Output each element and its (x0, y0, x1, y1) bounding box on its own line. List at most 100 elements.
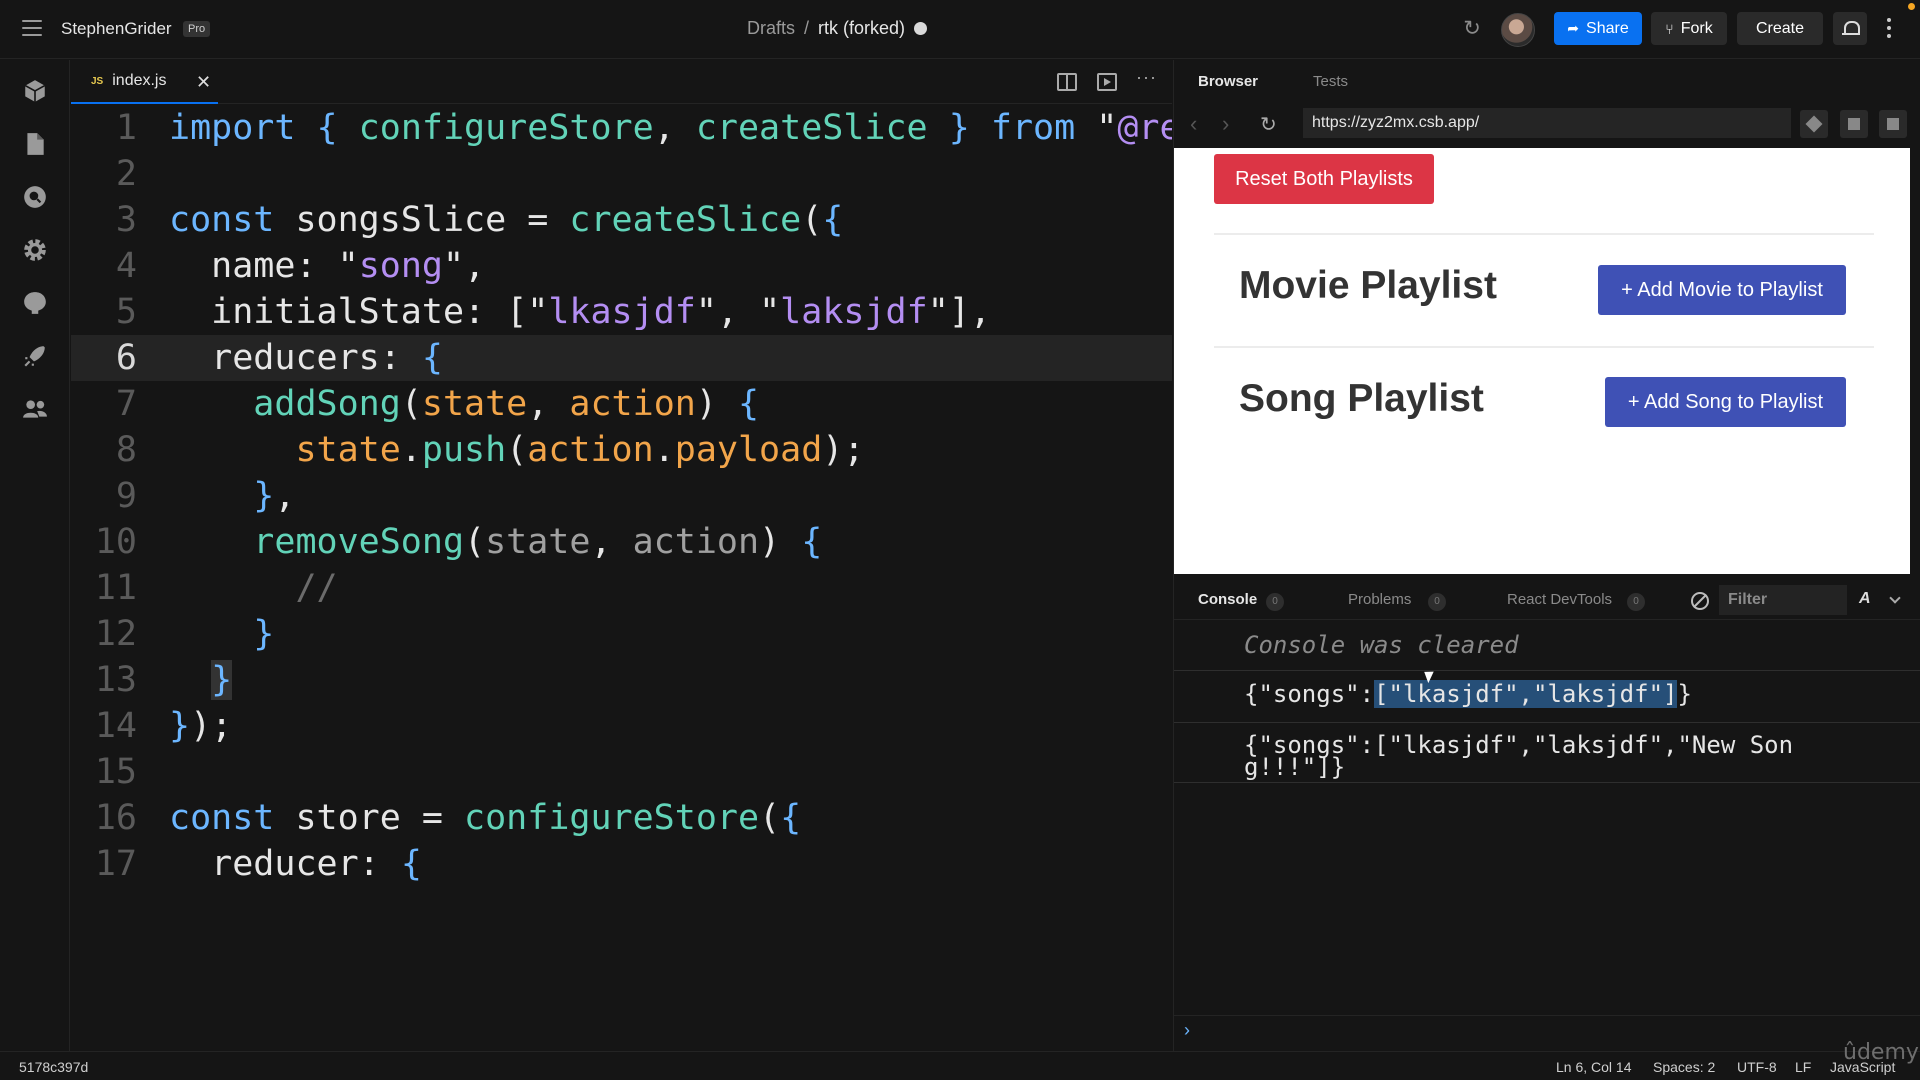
hamburger-menu-icon[interactable] (22, 20, 42, 38)
globe-icon (914, 22, 928, 35)
console-input[interactable]: › (1174, 1015, 1920, 1045)
prompt-chevron-icon: › (1184, 1020, 1190, 1040)
console-output: Console was cleared {"songs":["lkasjdf",… (1174, 621, 1920, 1041)
share-label: Share (1586, 19, 1629, 37)
chevron-down-icon[interactable] (1889, 592, 1901, 604)
line-number: 2 (115, 154, 137, 194)
close-icon[interactable]: ✕ (196, 72, 211, 93)
breadcrumb-separator: / (804, 18, 810, 38)
code-line[interactable]: 5 initialState: ["lkasjdf", "laksjdf"], (71, 289, 1172, 335)
line-number: 1 (115, 108, 137, 148)
add-movie-button[interactable]: + Add Movie to Playlist (1598, 265, 1846, 315)
url-input[interactable] (1303, 108, 1791, 138)
status-bar: 5178c397d Ln 6, Col 14 Spaces: 2 UTF-8 L… (0, 1051, 1920, 1080)
code-line[interactable]: 11 // (71, 565, 1172, 611)
reset-both-playlists-button[interactable]: Reset Both Playlists (1214, 154, 1434, 204)
tab-tests[interactable]: Tests (1313, 73, 1348, 90)
code-line[interactable]: 10 removeSong(state, action) { (71, 519, 1172, 565)
divider (1214, 346, 1874, 348)
more-actions-icon[interactable]: ··· (1136, 67, 1156, 87)
code-line[interactable]: 7 addSong(state, action) { (71, 381, 1172, 427)
tab-problems[interactable]: Problems (1348, 591, 1411, 608)
code-line[interactable]: 15 (71, 749, 1172, 795)
breadcrumb-drafts[interactable]: Drafts (747, 18, 795, 38)
line-number: 9 (115, 476, 137, 516)
split-view-icon[interactable] (1057, 73, 1077, 91)
tab-browser[interactable]: Browser (1198, 73, 1258, 90)
users-icon[interactable] (22, 396, 48, 422)
code-line[interactable]: 1 import { configureStore, createSlice } … (71, 105, 1172, 151)
console-count-badge: 0 (1266, 593, 1284, 611)
code-text: const store = configureStore({ (169, 798, 802, 838)
console-filter-input[interactable] (1719, 585, 1847, 615)
reload-icon[interactable]: ↻ (1260, 112, 1277, 137)
open-preview-icon[interactable] (1097, 73, 1117, 91)
code-line[interactable]: 13 } (71, 657, 1172, 703)
udemy-watermark: ûdemy (1843, 1040, 1919, 1065)
code-text: } (211, 660, 233, 700)
more-options-icon[interactable] (1887, 18, 1893, 40)
code-line[interactable]: 6 reducers: { (71, 335, 1172, 381)
console-cleared-text: Console was cleared (1244, 631, 1519, 659)
code-text: removeSong(state, action) { (253, 522, 823, 562)
line-number: 15 (94, 752, 137, 792)
line-number: 4 (115, 246, 137, 286)
search-icon[interactable] (22, 184, 48, 210)
line-number: 7 (115, 384, 137, 424)
code-line[interactable]: 2 (71, 151, 1172, 197)
code-line[interactable]: 4 name: "song", (71, 243, 1172, 289)
add-song-button[interactable]: + Add Song to Playlist (1605, 377, 1846, 427)
fork-icon: ⑂ (1665, 20, 1674, 37)
code-line[interactable]: 9 }, (71, 473, 1172, 519)
console-message-suffix: } (1677, 680, 1692, 708)
code-line[interactable]: 8 state.push(action.payload); (71, 427, 1172, 473)
code-line[interactable]: 12 } (71, 611, 1172, 657)
project-name[interactable]: rtk (forked) (818, 18, 905, 38)
notifications-bell-icon[interactable] (1833, 12, 1867, 45)
rocket-icon[interactable] (22, 343, 48, 369)
github-icon[interactable] (22, 290, 48, 316)
workspace-user-name[interactable]: StephenGrider (61, 19, 172, 39)
back-arrow-icon[interactable]: ‹ (1190, 111, 1197, 137)
create-button[interactable]: Create (1737, 12, 1823, 45)
clear-console-icon[interactable] (1691, 592, 1709, 610)
forward-arrow-icon[interactable]: › (1222, 111, 1229, 137)
divider (1214, 233, 1874, 235)
code-text: addSong(state, action) { (253, 384, 760, 424)
copy-icon[interactable] (1840, 110, 1868, 138)
commit-hash[interactable]: 5178c397d (19, 1059, 88, 1075)
activity-bar (0, 60, 70, 1051)
line-number: 12 (94, 614, 137, 654)
tab-index-js[interactable]: JS index.js ✕ (71, 60, 218, 104)
tab-react-devtools[interactable]: React DevTools (1507, 591, 1612, 608)
code-line[interactable]: 16 const store = configureStore({ (71, 795, 1172, 841)
open-new-window-icon[interactable] (1879, 110, 1907, 138)
console-tabs: Console 0 Problems 0 React DevTools 0 A (1174, 580, 1920, 620)
encoding[interactable]: UTF-8 (1737, 1059, 1777, 1075)
refresh-icon[interactable]: ↻ (1460, 16, 1484, 40)
code-area[interactable]: 1 import { configureStore, createSlice } … (71, 104, 1172, 1051)
fork-button[interactable]: ⑂ Fork (1651, 12, 1727, 45)
cube-icon[interactable] (22, 78, 48, 104)
notification-dot (1908, 3, 1915, 10)
code-text: }); (169, 706, 233, 746)
movie-playlist-title: Movie Playlist (1239, 264, 1497, 307)
console-message-line: {"songs":["lkasjdf","laksjdf","New Son (1244, 731, 1794, 759)
cursor-position[interactable]: Ln 6, Col 14 (1556, 1059, 1632, 1075)
indentation[interactable]: Spaces: 2 (1653, 1059, 1715, 1075)
devtools-icon[interactable] (1800, 110, 1828, 138)
file-icon[interactable] (22, 131, 48, 157)
gear-icon[interactable] (22, 237, 48, 263)
avatar[interactable] (1501, 13, 1535, 47)
fork-label: Fork (1680, 19, 1713, 37)
share-button[interactable]: ➦ Share (1554, 12, 1642, 45)
line-ending[interactable]: LF (1795, 1059, 1811, 1075)
console-entry: {"songs":["lkasjdf","laksjdf"]} (1174, 671, 1920, 723)
console-entry: {"songs":["lkasjdf","laksjdf","New Son g… (1174, 723, 1920, 783)
code-line[interactable]: 3 const songsSlice = createSlice({ (71, 197, 1172, 243)
code-line[interactable]: 17 reducer: { (71, 841, 1172, 887)
line-number: 16 (94, 798, 137, 838)
tab-console[interactable]: Console (1198, 591, 1257, 608)
code-line[interactable]: 14}); (71, 703, 1172, 749)
log-level-select[interactable]: A (1859, 590, 1871, 608)
